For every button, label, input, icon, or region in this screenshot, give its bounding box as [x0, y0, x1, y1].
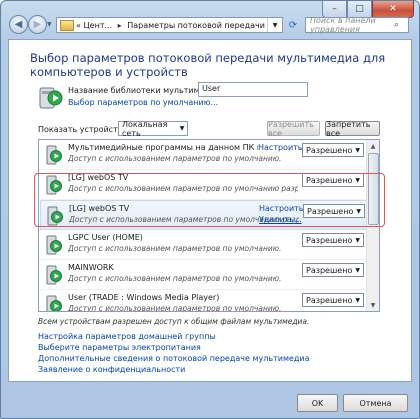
- control-panel-icon: [60, 19, 74, 31]
- navigation-bar: ◀ ▶ ▼ « Цент... ▸ Параметры потоковой пе…: [5, 14, 415, 36]
- scroll-down-icon[interactable]: ▼: [367, 299, 379, 311]
- refresh-button[interactable]: ⟳: [285, 17, 301, 33]
- chevron-down-icon: ▼: [355, 266, 360, 274]
- address-bar[interactable]: « Цент... ▸ Параметры потоковой передачи…: [56, 17, 283, 33]
- device-name: User (TRADE : Windows Media Player): [68, 293, 220, 302]
- ok-button[interactable]: OK: [297, 394, 338, 412]
- device-permission-select[interactable]: Разрешено ▼: [302, 263, 364, 277]
- permission-value: Разрешено: [306, 295, 353, 305]
- address-path[interactable]: « Цент... ▸ Параметры потоковой передачи…: [76, 21, 267, 30]
- recent-pages-dropdown[interactable]: ▼: [47, 21, 52, 28]
- scroll-up-icon[interactable]: ▲: [367, 140, 379, 152]
- device-description: Доступ с использованием параметров по ум…: [68, 154, 282, 163]
- search-input[interactable]: Поиск в панели управления: [306, 16, 394, 34]
- address-chevrons[interactable]: «: [76, 21, 81, 30]
- search-box[interactable]: Поиск в панели управления ⌕: [305, 16, 409, 34]
- privacy-statement-link[interactable]: Заявление о конфиденциальности: [38, 364, 310, 375]
- power-options-link[interactable]: Выберите параметры электропитания: [38, 342, 310, 353]
- breadcrumb-item-center[interactable]: Цент...: [83, 21, 112, 30]
- device-row[interactable]: MAINWORK Доступ с использованием парамет…: [40, 260, 367, 290]
- refresh-icon: ⟳: [288, 19, 298, 31]
- access-note: Всем устройствам разрешен доступ к общим…: [38, 317, 310, 326]
- block-all-button[interactable]: Запретить все: [325, 120, 380, 138]
- pc-stream-icon: [46, 265, 62, 285]
- device-name: MAINWORK: [68, 263, 114, 272]
- permission-value: Разрешено: [306, 145, 353, 155]
- related-links: Настройка параметров домашней группы Выб…: [38, 331, 310, 375]
- media-library-icon: [39, 87, 63, 109]
- cancel-button[interactable]: Отмена: [343, 394, 408, 412]
- search-icon: ⌕: [394, 20, 400, 30]
- device-name: Мультимедийные программы на данном ПК и …: [68, 143, 258, 152]
- back-button[interactable]: ◀: [9, 15, 28, 34]
- breadcrumb-separator[interactable]: ▸: [118, 21, 122, 30]
- pc-stream-icon: [46, 145, 62, 165]
- page-title: Выбор параметров потоковой передачи муль…: [30, 51, 386, 79]
- device-description: Доступ с использованием параметров по ум…: [68, 304, 282, 312]
- streaming-info-link[interactable]: Дополнительные сведения о потоковой пере…: [38, 353, 310, 364]
- arrow-right-icon: ▶: [33, 19, 42, 30]
- pc-stream-icon: [46, 235, 62, 255]
- network-select[interactable]: Локальная сеть ▼: [118, 119, 188, 138]
- allow-all-button[interactable]: Разрешить все: [267, 120, 320, 138]
- arrow-left-icon: ◀: [14, 19, 23, 30]
- library-name-input[interactable]: User: [198, 82, 308, 97]
- permission-value: Разрешено: [306, 235, 353, 245]
- chevron-down-icon: ▼: [179, 125, 185, 132]
- network-select-value: Локальная сеть: [122, 119, 168, 138]
- forward-button[interactable]: ▶: [28, 15, 47, 34]
- device-row[interactable]: User (TRADE : Windows Media Player) Дост…: [40, 290, 367, 312]
- permission-value: Разрешено: [306, 265, 353, 275]
- chevron-down-icon: ▼: [355, 236, 360, 244]
- title-bar: – □ ✕ ◀ ▶ ▼ « Цент... ▸ Параметры потоко…: [1, 1, 419, 39]
- pc-stream-icon: [46, 295, 62, 311]
- chevron-down-icon: ▼: [355, 296, 360, 304]
- chevron-down-icon: ▼: [355, 146, 360, 154]
- device-row[interactable]: Мультимедийные программы на данном ПК и …: [40, 140, 367, 170]
- breadcrumb-item-current[interactable]: Параметры потоковой передачи мультимедиа: [127, 21, 267, 30]
- device-permission-select[interactable]: Разрешено ▼: [302, 143, 364, 157]
- default-settings-link[interactable]: Выбор параметров по умолчанию...: [68, 98, 218, 107]
- homegroup-settings-link[interactable]: Настройка параметров домашней группы: [38, 331, 310, 342]
- device-row[interactable]: LGPC User (HOME) Доступ с использованием…: [40, 230, 367, 260]
- device-description: Доступ с использованием параметров по ум…: [68, 274, 282, 283]
- device-permission-select[interactable]: Разрешено ▼: [302, 233, 364, 247]
- highlight-annotation-box: [34, 173, 385, 227]
- device-description: Доступ с использованием параметров по ум…: [68, 244, 282, 253]
- device-name: LGPC User (HOME): [68, 233, 143, 242]
- address-dropdown-button[interactable]: ▼: [267, 18, 282, 32]
- device-permission-select[interactable]: Разрешено ▼: [302, 293, 364, 307]
